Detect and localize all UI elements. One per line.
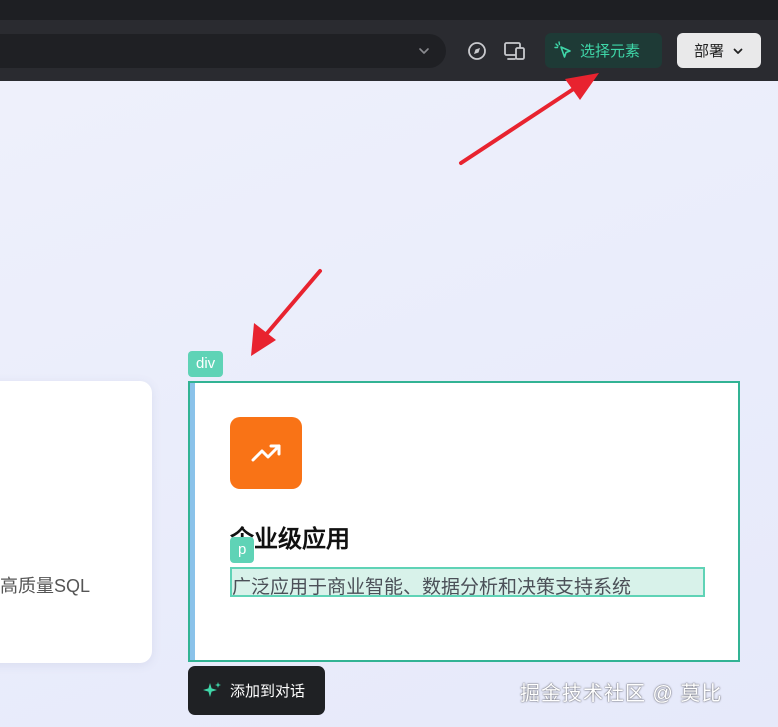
arrow-to-select-button [459,73,599,165]
arrow-to-div-tag [251,269,322,356]
annotation-arrows [251,73,599,356]
